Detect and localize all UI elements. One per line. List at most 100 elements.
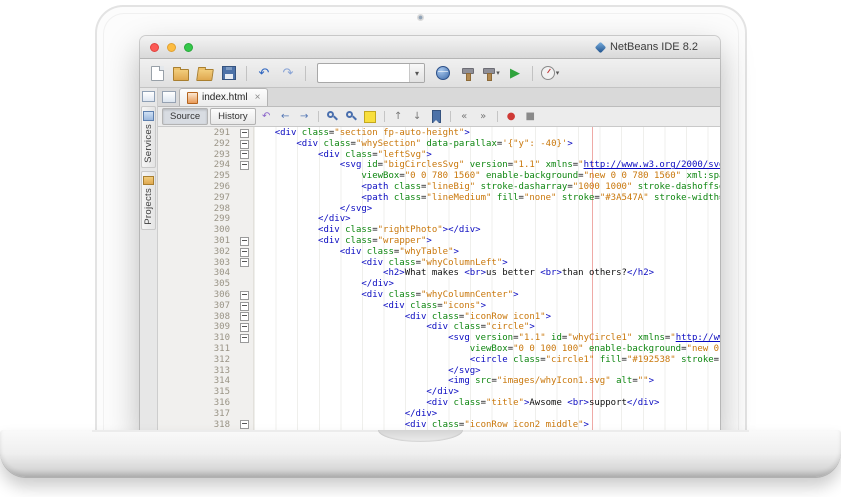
code-editor[interactable]: 291 <div class="section fp-auto-height">…	[158, 127, 720, 432]
code-fold-toggle-icon[interactable]	[240, 129, 249, 138]
start-macro-record-icon: ●	[507, 112, 516, 122]
code-line[interactable]: 295 viewBox="0 0 780 1560" enable-backgr…	[158, 171, 720, 182]
back-button[interactable]: ←	[277, 109, 294, 124]
run-project-icon: ▶	[510, 67, 520, 80]
window-menu-icon[interactable]	[142, 91, 155, 102]
history-view-button[interactable]: History	[210, 108, 256, 125]
sidebar-tab-projects[interactable]: Projects	[141, 171, 156, 230]
run-project-button[interactable]: ▶	[504, 62, 526, 84]
clean-build-project-button[interactable]: ▾	[480, 62, 502, 84]
line-number: 293	[158, 150, 236, 161]
code-line[interactable]: 318 <div class="iconRow icon2 middle">	[158, 420, 720, 431]
code-line[interactable]: 293 <div class="leftSvg">	[158, 150, 720, 161]
code-text: <div class="rightPhoto"></div>	[253, 225, 481, 236]
code-line[interactable]: 314 <img src="images/whyIcon1.svg" alt="…	[158, 376, 720, 387]
code-text: <path class="lineMedium" fill="none" str…	[253, 193, 720, 204]
code-line[interactable]: 315 </div>	[158, 387, 720, 398]
code-line[interactable]: 304 <h2>What makes <br>us better <br>tha…	[158, 268, 720, 279]
source-view-button[interactable]: Source	[162, 108, 208, 125]
code-fold-toggle-icon[interactable]	[240, 140, 249, 149]
open-project-button[interactable]	[194, 62, 216, 84]
undo-icon: ↶	[259, 67, 270, 80]
redo-icon: ↷	[283, 67, 294, 80]
fold-cell	[236, 129, 253, 138]
code-line[interactable]: 300 <div class="rightPhoto"></div>	[158, 225, 720, 236]
redo-button[interactable]: ↷	[277, 62, 299, 84]
code-fold-toggle-icon[interactable]	[240, 150, 249, 159]
code-line[interactable]: 296 <path class="lineBig" stroke-dasharr…	[158, 182, 720, 193]
code-fold-toggle-icon[interactable]	[240, 161, 249, 170]
code-fold-toggle-icon[interactable]	[240, 258, 249, 267]
code-line[interactable]: 308 <div class="iconRow icon1">	[158, 312, 720, 323]
code-line[interactable]: 301 <div class="wrapper">	[158, 236, 720, 247]
save-all-button[interactable]	[218, 62, 240, 84]
split-editor-icon[interactable]	[162, 91, 176, 103]
new-file-button[interactable]	[146, 62, 168, 84]
code-line[interactable]: 297 <path class="lineMedium" fill="none"…	[158, 193, 720, 204]
web-preview-button[interactable]	[432, 62, 454, 84]
shift-left-button[interactable]: «	[456, 109, 473, 124]
minimize-window-button[interactable]	[167, 43, 176, 52]
code-line[interactable]: 316 <div class="title">Awsome <br>suppor…	[158, 398, 720, 409]
line-number: 305	[158, 279, 236, 290]
code-line[interactable]: 303 <div class="whyColumnLeft">	[158, 258, 720, 269]
code-line[interactable]: 306 <div class="whyColumnCenter">	[158, 290, 720, 301]
code-fold-toggle-icon[interactable]	[240, 248, 249, 257]
code-fold-toggle-icon[interactable]	[240, 291, 249, 300]
code-line[interactable]: 310 <svg version="1.1" id="whyCircle1" x…	[158, 333, 720, 344]
find-next-button[interactable]	[343, 109, 360, 124]
code-line[interactable]: 291 <div class="section fp-auto-height">	[158, 128, 720, 139]
shift-right-button[interactable]: »	[475, 109, 492, 124]
sidebar-strip: Services Projects	[140, 88, 158, 432]
toolbar-separator	[497, 111, 498, 122]
line-number: 318	[158, 420, 236, 431]
toolbar-separator	[384, 111, 385, 122]
toggle-highlight-button[interactable]	[362, 109, 379, 124]
code-line[interactable]: 302 <div class="whyTable">	[158, 247, 720, 258]
code-line[interactable]: 312 <circle class="circle1" fill="#19253…	[158, 355, 720, 366]
code-line[interactable]: 294 <svg id="bigCirclesSvg" version="1.1…	[158, 160, 720, 171]
previous-bookmark-button[interactable]: ↑	[390, 109, 407, 124]
profile-project-button[interactable]: ▾	[539, 62, 561, 84]
code-line[interactable]: 311 viewBox="0 0 100 100" enable-backgro…	[158, 344, 720, 355]
code-line[interactable]: 313 </svg>	[158, 366, 720, 377]
sidebar-tab-services[interactable]: Services	[141, 106, 156, 168]
code-line[interactable]: 305 </div>	[158, 279, 720, 290]
configuration-combo[interactable]: ▾	[317, 63, 425, 83]
code-fold-toggle-icon[interactable]	[240, 420, 249, 429]
start-macro-record-button[interactable]: ●	[503, 109, 520, 124]
code-text: </div>	[253, 387, 459, 398]
tab-index-html[interactable]: index.html ×	[179, 88, 268, 106]
build-project-button[interactable]	[456, 62, 478, 84]
code-line[interactable]: 299 </div>	[158, 214, 720, 225]
editor-column: index.html × Source History ↶←→ ↑↓ «» ● ■ 29…	[158, 88, 720, 432]
code-text: <div class="iconRow icon2 middle">	[253, 420, 589, 431]
line-number: 317	[158, 409, 236, 420]
code-line[interactable]: 317 </div>	[158, 409, 720, 420]
line-number: 312	[158, 355, 236, 366]
code-line[interactable]: 298 </svg>	[158, 204, 720, 215]
code-fold-toggle-icon[interactable]	[240, 312, 249, 321]
code-text: </div>	[253, 214, 351, 225]
code-line[interactable]: 307 <div class="icons">	[158, 301, 720, 312]
find-previous-button[interactable]	[324, 109, 341, 124]
code-fold-toggle-icon[interactable]	[240, 302, 249, 311]
close-tab-icon[interactable]: ×	[255, 92, 261, 103]
code-fold-toggle-icon[interactable]	[240, 323, 249, 332]
next-bookmark-button[interactable]: ↓	[409, 109, 426, 124]
last-edit-button[interactable]: ↶	[258, 109, 275, 124]
code-fold-toggle-icon[interactable]	[240, 237, 249, 246]
new-project-button[interactable]	[170, 62, 192, 84]
code-fold-toggle-icon[interactable]	[240, 334, 249, 343]
close-window-button[interactable]	[150, 43, 159, 52]
undo-button[interactable]: ↶	[253, 62, 275, 84]
toggle-bookmark-button[interactable]	[428, 109, 445, 124]
forward-button[interactable]: →	[296, 109, 313, 124]
zoom-window-button[interactable]	[184, 43, 193, 52]
chevron-down-icon[interactable]: ▾	[409, 64, 424, 82]
find-next-icon	[345, 110, 358, 123]
code-line[interactable]: 309 <div class="circle">	[158, 322, 720, 333]
stop-macro-record-button[interactable]: ■	[522, 109, 539, 124]
code-line[interactable]: 292 <div class="whySection" data-paralla…	[158, 139, 720, 150]
fold-cell	[236, 258, 253, 267]
